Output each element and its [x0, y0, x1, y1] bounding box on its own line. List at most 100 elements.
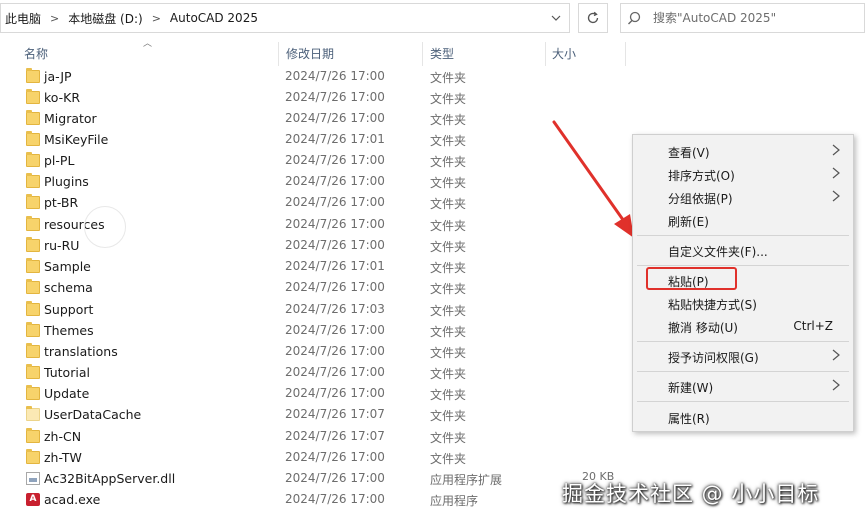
menu-item-new[interactable]: 新建(W)	[633, 375, 853, 397]
list-item[interactable]: zh-CN 2024/7/26 17:07 文件夹	[18, 427, 538, 448]
file-date: 2024/7/26 17:03	[285, 302, 385, 316]
file-type: 文件夹	[430, 431, 467, 445]
folder-icon	[26, 258, 40, 273]
file-name: Tutorial	[44, 365, 90, 380]
list-item[interactable]: Themes 2024/7/26 17:00 文件夹	[18, 321, 538, 342]
folder-icon	[26, 428, 40, 443]
column-header-date[interactable]: 修改日期	[286, 42, 416, 64]
list-item[interactable]: pl-PL 2024/7/26 17:00 文件夹	[18, 151, 538, 172]
file-date: 2024/7/26 17:00	[285, 238, 385, 252]
file-type: 文件夹	[430, 92, 467, 106]
menu-item-customize-folder[interactable]: 自定义文件夹(F)...	[633, 239, 853, 261]
breadcrumb-this-pc[interactable]: 此电脑	[1, 10, 45, 27]
menu-item-view[interactable]: 查看(V)	[633, 140, 853, 162]
list-item[interactable]: schema 2024/7/26 17:00 文件夹	[18, 278, 538, 299]
file-name: translations	[44, 344, 118, 359]
list-item[interactable]: ko-KR 2024/7/26 17:00 文件夹	[18, 88, 538, 109]
search-input[interactable]	[653, 11, 853, 25]
file-type: 文件夹	[430, 304, 467, 318]
file-date: 2024/7/26 17:00	[285, 386, 385, 400]
folder-icon	[26, 301, 40, 316]
file-date: 2024/7/26 17:00	[285, 69, 385, 83]
list-item[interactable]: A acad.exe 2024/7/26 17:00 应用程序	[18, 490, 538, 511]
breadcrumb-separator-icon[interactable]: >	[147, 12, 166, 25]
folder-icon	[26, 322, 40, 337]
file-name: ja-JP	[44, 69, 72, 84]
folder-icon	[26, 152, 40, 167]
column-header-name[interactable]: 名称	[24, 42, 274, 64]
menu-separator	[637, 265, 849, 266]
menu-separator	[637, 371, 849, 372]
file-date: 2024/7/26 17:00	[285, 217, 385, 231]
list-item[interactable]: Plugins 2024/7/26 17:00 文件夹	[18, 172, 538, 193]
file-name: MsiKeyFile	[44, 132, 109, 147]
menu-item-group-by[interactable]: 分组依据(P)	[633, 186, 853, 208]
column-header-size[interactable]: 大小	[552, 42, 622, 64]
file-type: 文件夹	[430, 240, 467, 254]
file-date: 2024/7/26 17:07	[285, 407, 385, 421]
chevron-down-icon[interactable]	[545, 8, 567, 28]
chevron-right-icon	[832, 144, 840, 156]
menu-item-properties[interactable]: 属性(R)	[633, 406, 853, 428]
folder-icon	[26, 364, 40, 379]
menu-item-paste-shortcut[interactable]: 粘贴快捷方式(S)	[633, 292, 853, 314]
folder-icon	[26, 194, 40, 209]
file-date: 2024/7/26 17:00	[285, 195, 385, 209]
folder-icon	[26, 68, 40, 83]
menu-item-refresh[interactable]: 刷新(E)	[633, 209, 853, 231]
file-name: zh-CN	[44, 429, 82, 444]
column-divider[interactable]	[545, 42, 546, 66]
chevron-right-icon	[832, 349, 840, 361]
autocad-exe-icon: A	[26, 493, 40, 506]
file-name: zh-TW	[44, 450, 82, 465]
list-item[interactable]: Update 2024/7/26 17:00 文件夹	[18, 384, 538, 405]
refresh-button[interactable]	[578, 3, 608, 33]
list-item[interactable]: MsiKeyFile 2024/7/26 17:01 文件夹	[18, 130, 538, 151]
click-indicator	[84, 206, 126, 248]
folder-light-icon	[26, 406, 40, 421]
list-item[interactable]: Sample 2024/7/26 17:01 文件夹	[18, 257, 538, 278]
column-header-type[interactable]: 类型	[430, 42, 540, 64]
folder-icon	[26, 385, 40, 400]
file-name: pt-BR	[44, 195, 79, 210]
list-item[interactable]: translations 2024/7/26 17:00 文件夹	[18, 342, 538, 363]
list-item[interactable]: zh-TW 2024/7/26 17:00 文件夹	[18, 448, 538, 469]
file-type: 文件夹	[430, 134, 467, 148]
list-item[interactable]: Support 2024/7/26 17:03 文件夹	[18, 300, 538, 321]
column-divider[interactable]	[625, 42, 626, 66]
menu-item-undo-move[interactable]: 撤消 移动(U) Ctrl+Z	[633, 315, 853, 337]
file-date: 2024/7/26 17:00	[285, 111, 385, 125]
file-type: 文件夹	[430, 346, 467, 360]
search-box[interactable]	[620, 3, 865, 33]
list-item[interactable]: Tutorial 2024/7/26 17:00 文件夹	[18, 363, 538, 384]
paste-highlight-box	[646, 267, 737, 290]
file-date: 2024/7/26 17:07	[285, 429, 385, 443]
breadcrumb-separator-icon[interactable]: >	[45, 12, 64, 25]
refresh-icon	[587, 11, 599, 24]
file-date: 2024/7/26 17:00	[285, 90, 385, 104]
file-date: 2024/7/26 17:01	[285, 132, 385, 146]
file-date: 2024/7/26 17:00	[285, 344, 385, 358]
list-item[interactable]: Migrator 2024/7/26 17:00 文件夹	[18, 109, 538, 130]
folder-icon	[26, 449, 40, 464]
column-divider[interactable]	[278, 42, 279, 66]
file-name: Migrator	[44, 111, 97, 126]
list-item[interactable]: UserDataCache 2024/7/26 17:07 文件夹	[18, 405, 538, 426]
address-bar[interactable]: 此电脑 > 本地磁盘 (D:) > AutoCAD 2025	[0, 3, 570, 33]
file-type: 应用程序扩展	[430, 473, 503, 487]
file-name: ko-KR	[44, 90, 81, 105]
file-date: 2024/7/26 17:01	[285, 259, 385, 273]
file-date: 2024/7/26 17:00	[285, 365, 385, 379]
menu-separator	[637, 341, 849, 342]
menu-item-sort-by[interactable]: 排序方式(O)	[633, 163, 853, 185]
file-date: 2024/7/26 17:00	[285, 492, 385, 506]
breadcrumb-autocad-folder[interactable]: AutoCAD 2025	[166, 11, 262, 25]
folder-icon	[26, 110, 40, 125]
file-name: pl-PL	[44, 153, 75, 168]
list-item[interactable]: ja-JP 2024/7/26 17:00 文件夹	[18, 67, 538, 88]
file-type: 文件夹	[430, 409, 467, 423]
menu-item-give-access[interactable]: 授予访问权限(G)	[633, 345, 853, 367]
column-divider[interactable]	[422, 42, 423, 66]
breadcrumb-drive-d[interactable]: 本地磁盘 (D:)	[64, 10, 146, 27]
file-name: Update	[44, 386, 90, 401]
